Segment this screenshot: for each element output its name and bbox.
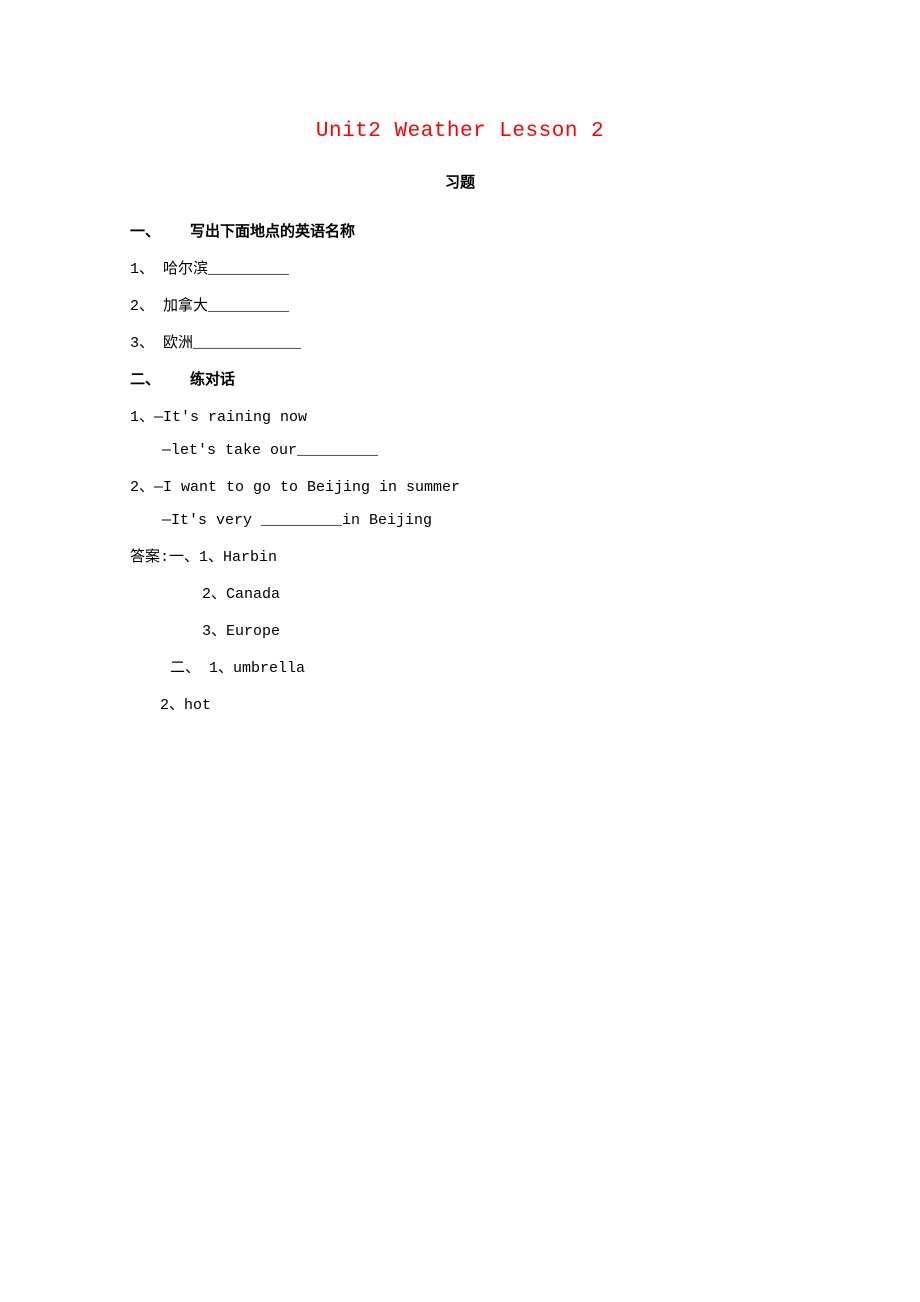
section-2-question-2a: 2、—I want to go to Beijing in summer [130,475,790,496]
section-1-question-1: 1、 哈尔滨_________ [130,257,790,278]
section-2-question-1a: 1、—It's raining now [130,405,790,426]
answer-line-4: 二、 1、umbrella [130,656,790,677]
exercises-subtitle: 习题 [130,171,790,192]
section-1-number: 一、 [130,220,190,241]
section-2-number: 二、 [130,368,190,389]
answer-line-1: 答案:一、1、Harbin [130,545,790,566]
answer-line-5: 2、hot [130,693,790,714]
section-1-header: 一、写出下面地点的英语名称 [130,220,790,241]
unit-title: Unit2 Weather Lesson 2 [130,120,790,143]
section-1-title: 写出下面地点的英语名称 [190,224,355,240]
section-2-question-1b: —let's take our_________ [130,442,790,459]
answer-line-2: 2、Canada [130,582,790,603]
section-2-header: 二、练对话 [130,368,790,389]
section-2-question-2b: —It's very _________in Beijing [130,512,790,529]
worksheet-page: Unit2 Weather Lesson 2 习题 一、写出下面地点的英语名称 … [0,0,920,714]
section-1-question-2: 2、 加拿大_________ [130,294,790,315]
section-2-title: 练对话 [190,372,235,388]
answer-line-3: 3、Europe [130,619,790,640]
section-1-question-3: 3、 欧洲____________ [130,331,790,352]
